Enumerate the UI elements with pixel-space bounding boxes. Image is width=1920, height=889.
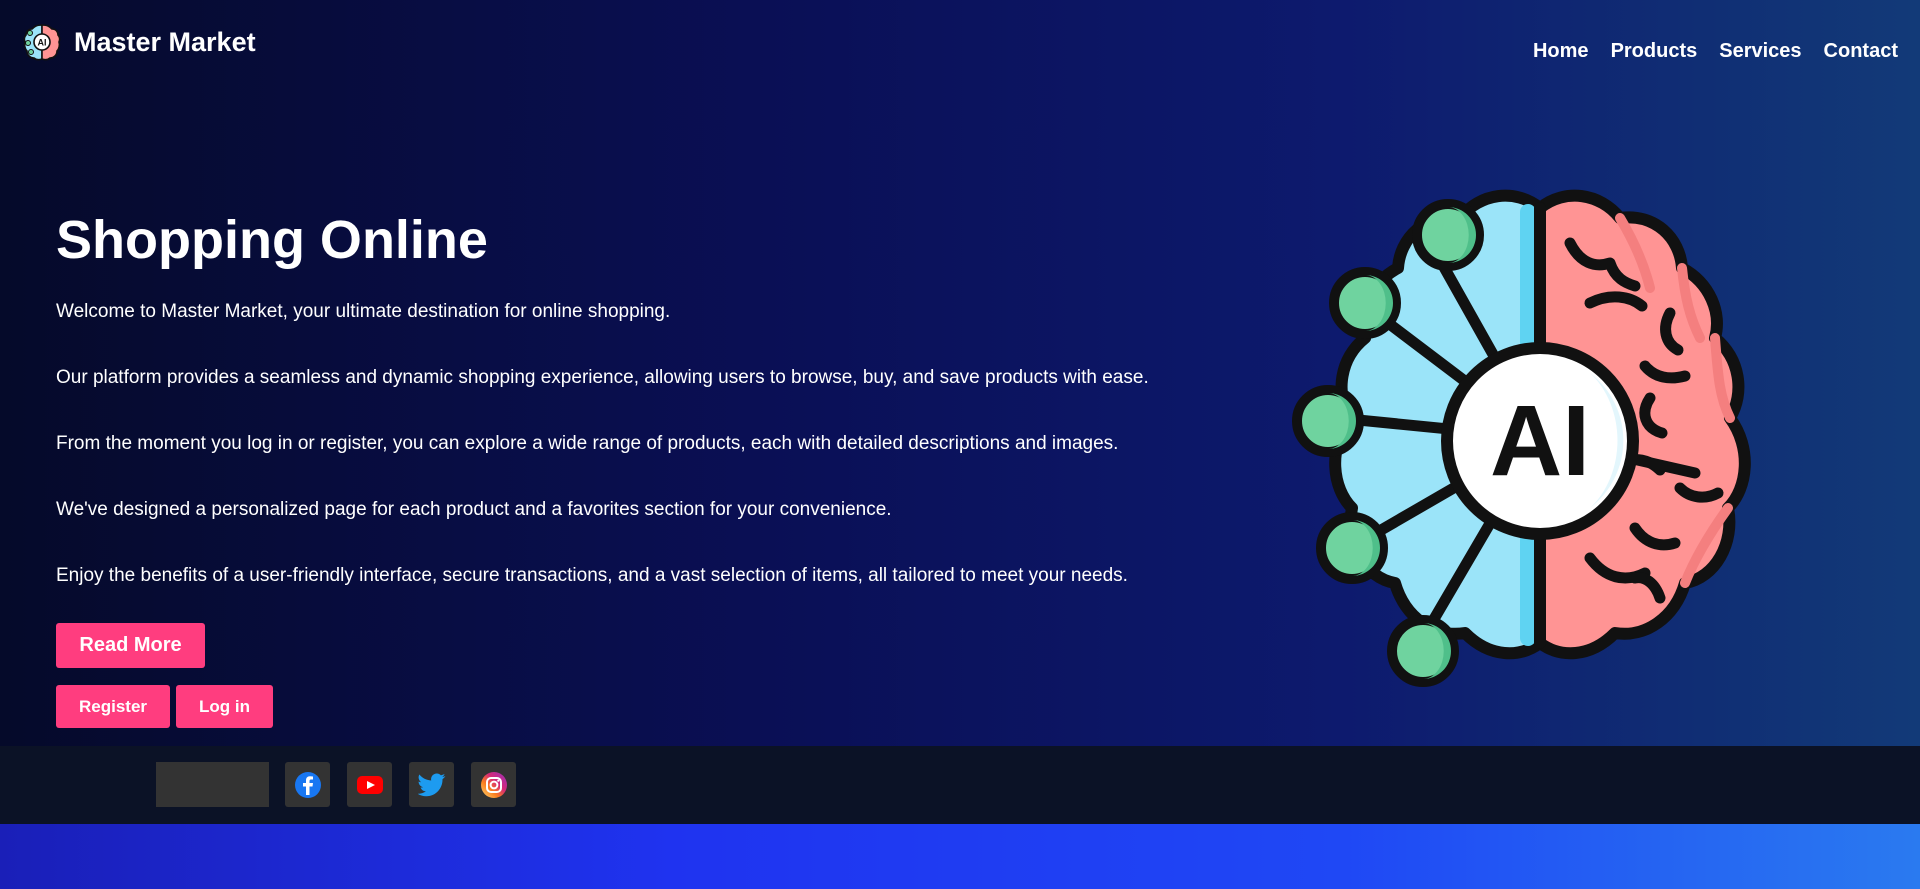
bottom-gradient-band [0,824,1920,889]
brand-name: Master Market [74,26,256,57]
instagram-icon [480,771,507,798]
ai-brain-icon: AI [1292,189,1751,687]
navbar: AI Master Market Home Products Services … [0,0,1920,90]
ai-label: AI [1490,385,1590,497]
benefits-paragraph: Enjoy the benefits of a user-friendly in… [56,565,1128,586]
nav-menu: Home Products Services Contact [1533,40,1898,63]
svg-text:AI: AI [38,38,47,48]
facebook-icon [294,771,321,798]
footer-placeholder-box [156,762,269,807]
brand-logo[interactable]: AI Master Market [22,22,256,62]
hero-content: Shopping Online Welcome to Master Market… [56,205,1236,587]
twitter-link[interactable] [409,762,454,807]
platform-paragraph: Our platform provides a seamless and dyn… [56,367,1149,388]
nav-products-link[interactable]: Products [1611,40,1698,63]
ai-brain-logo-icon: AI [23,24,61,61]
personalized-paragraph: We've designed a personalized page for e… [56,499,892,520]
twitter-icon [417,772,445,796]
instagram-link[interactable] [471,762,516,807]
facebook-link[interactable] [285,762,330,807]
page-title: Shopping Online [56,210,488,270]
intro-paragraph: Welcome to Master Market, your ultimate … [56,301,671,322]
footer [0,746,1920,824]
login-button[interactable]: Log in [176,685,273,728]
register-button[interactable]: Register [56,685,170,728]
nav-home-link[interactable]: Home [1533,40,1589,63]
read-more-button[interactable]: Read More [56,623,205,668]
nav-contact-link[interactable]: Contact [1824,40,1898,63]
explore-paragraph: From the moment you log in or register, … [56,433,1119,454]
youtube-icon [356,775,383,794]
youtube-link[interactable] [347,762,392,807]
nav-services-link[interactable]: Services [1719,40,1801,63]
